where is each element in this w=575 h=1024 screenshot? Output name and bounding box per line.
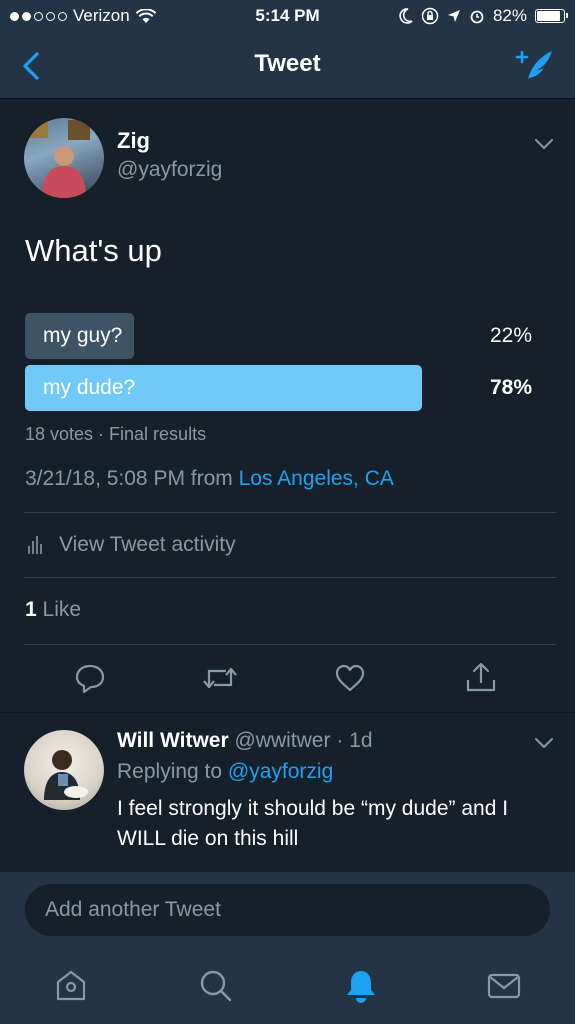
reply-author-handle[interactable]: @wwitwer bbox=[234, 729, 330, 752]
reply-menu-chevron-icon[interactable] bbox=[533, 736, 555, 750]
poll-option-2: my dude? bbox=[25, 365, 555, 411]
rotation-lock-icon bbox=[421, 7, 439, 25]
search-icon[interactable] bbox=[198, 968, 234, 1004]
divider bbox=[24, 512, 556, 513]
likes-number: 1 bbox=[25, 598, 37, 621]
avatar-image bbox=[44, 750, 88, 800]
replying-prefix: Replying to bbox=[117, 760, 223, 783]
tweet-actions bbox=[0, 660, 575, 700]
like-heart-icon[interactable] bbox=[334, 660, 366, 696]
share-icon[interactable] bbox=[465, 660, 497, 696]
section-separator bbox=[0, 712, 575, 713]
alarm-icon bbox=[470, 10, 484, 24]
notifications-icon[interactable] bbox=[343, 968, 379, 1004]
poll-option-label: my guy? bbox=[43, 324, 123, 347]
poll-option-label: my dude? bbox=[43, 376, 136, 399]
page-title: Tweet bbox=[254, 50, 321, 77]
tweet-text: What's up bbox=[25, 233, 162, 268]
retweet-icon[interactable] bbox=[200, 660, 240, 696]
compose-tweet-icon[interactable] bbox=[515, 46, 555, 84]
replying-handle-link[interactable]: @yayforzig bbox=[228, 760, 333, 783]
avatar-image bbox=[28, 120, 90, 198]
battery-percent: 82% bbox=[492, 6, 527, 25]
compose-bar: Add another Tweet bbox=[0, 872, 575, 950]
reply-icon[interactable] bbox=[74, 660, 106, 696]
poll-option-1: my guy? bbox=[25, 313, 555, 359]
add-tweet-input[interactable]: Add another Tweet bbox=[25, 884, 550, 936]
reply-author-avatar[interactable] bbox=[24, 730, 104, 810]
reply-text: I feel strongly it should be “my dude” a… bbox=[117, 797, 509, 850]
divider bbox=[24, 644, 556, 645]
reply-header: Will Witwer @wwitwer · 1d bbox=[117, 729, 373, 753]
tab-bar bbox=[0, 950, 575, 1024]
status-indicators: 82% bbox=[399, 6, 568, 26]
location-link[interactable]: Los Angeles, CA bbox=[239, 467, 394, 490]
nav-bar: Tweet bbox=[0, 34, 575, 99]
likes-count[interactable]: 1 Like bbox=[25, 598, 81, 622]
location-icon bbox=[447, 10, 460, 22]
home-icon[interactable] bbox=[53, 968, 89, 1004]
analytics-icon bbox=[28, 536, 42, 554]
author-name[interactable]: Zig bbox=[117, 128, 150, 154]
timestamp-text: 3/21/18, 5:08 PM from bbox=[25, 467, 233, 490]
author-avatar[interactable] bbox=[24, 118, 104, 198]
poll-meta: 18 votes · Final results bbox=[25, 424, 207, 444]
activity-label: View Tweet activity bbox=[59, 533, 236, 556]
author-handle[interactable]: @yayforzig bbox=[117, 158, 222, 182]
divider bbox=[24, 577, 556, 578]
reply-author-name[interactable]: Will Witwer bbox=[117, 729, 229, 752]
tweet-timestamp: 3/21/18, 5:08 PM from Los Angeles, CA bbox=[25, 467, 394, 491]
view-tweet-activity[interactable]: View Tweet activity bbox=[25, 533, 236, 557]
battery-icon bbox=[535, 9, 568, 23]
reply-age: · 1d bbox=[336, 729, 373, 752]
likes-label: Like bbox=[42, 598, 82, 621]
poll-option-percent: 22% bbox=[489, 324, 532, 347]
poll-option-percent: 78% bbox=[489, 376, 532, 399]
status-bar: Verizon 5:14 PM 82% bbox=[0, 0, 575, 34]
replying-to: Replying to @yayforzig bbox=[117, 760, 333, 784]
tweet-menu-chevron-icon[interactable] bbox=[533, 137, 555, 151]
messages-icon[interactable] bbox=[486, 968, 522, 1004]
moon-icon bbox=[399, 8, 413, 24]
